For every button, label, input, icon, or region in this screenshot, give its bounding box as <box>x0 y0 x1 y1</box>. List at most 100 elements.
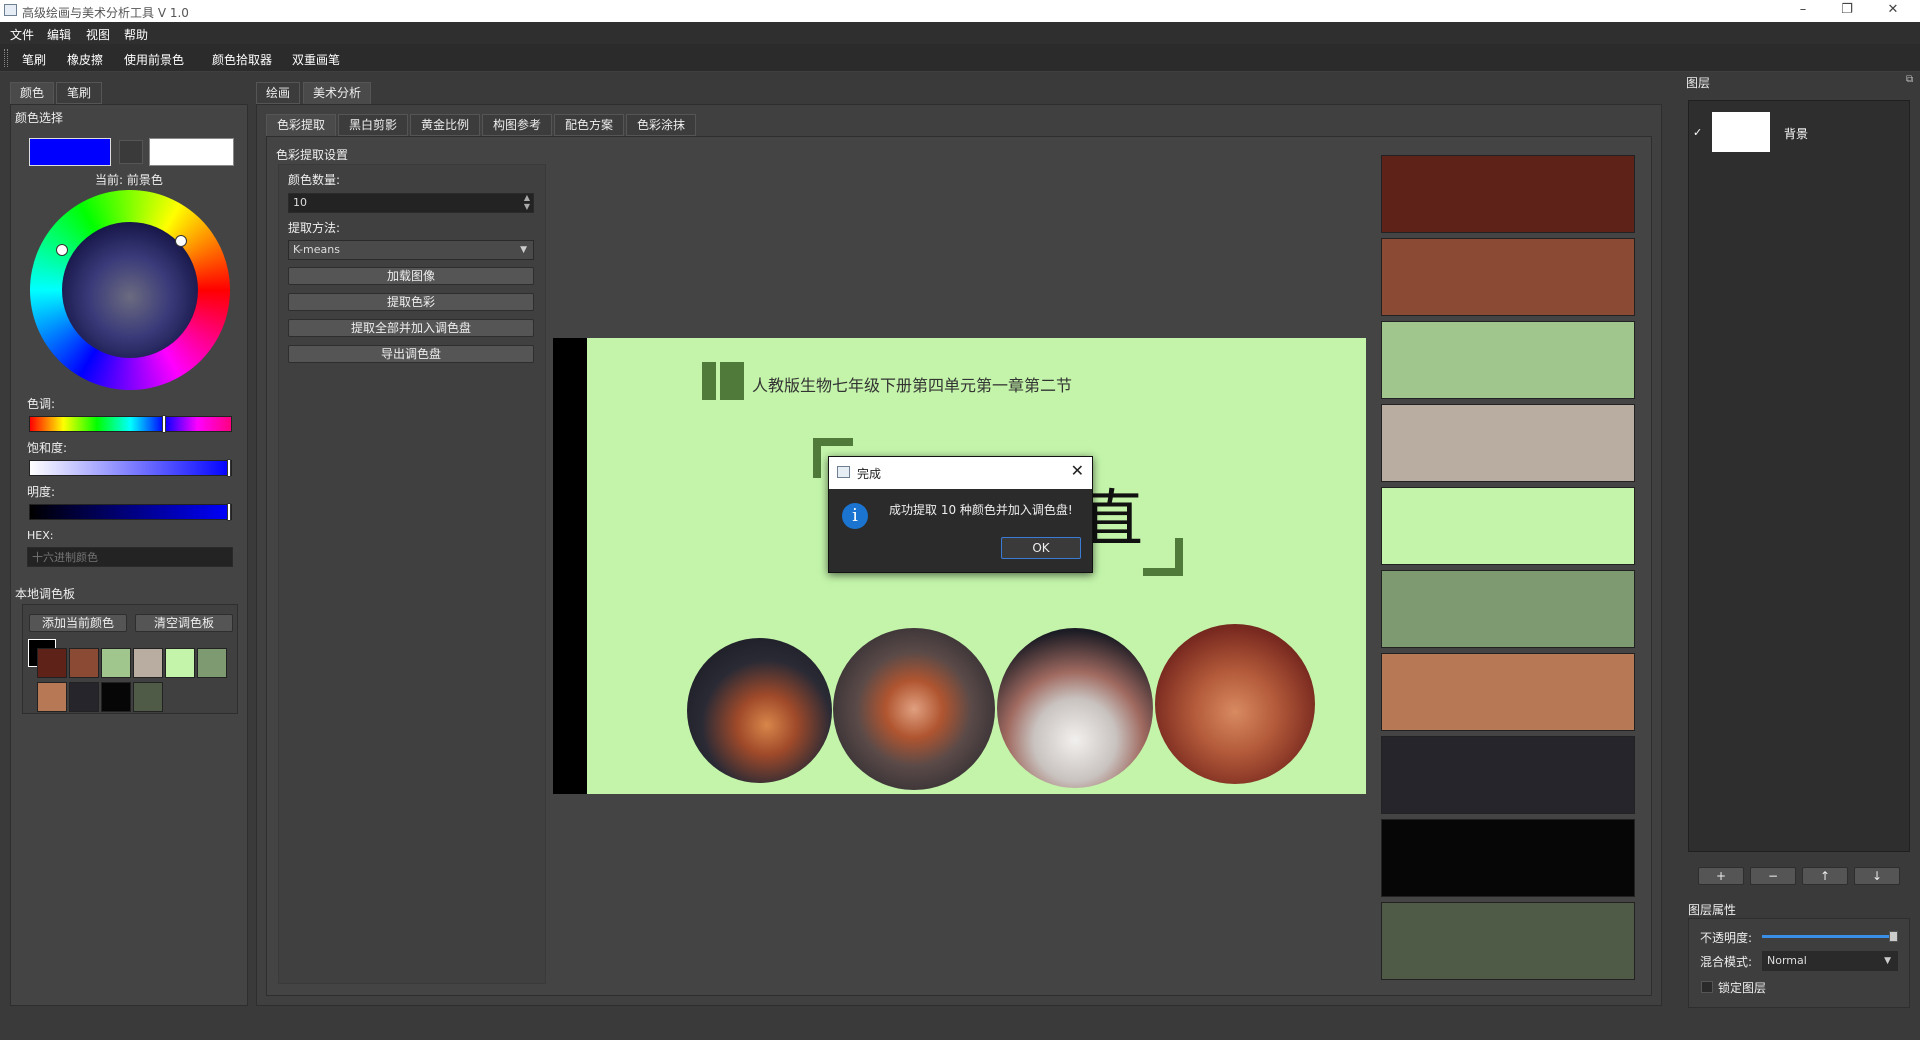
blend-mode-label: 混合模式: <box>1700 955 1753 969</box>
current-color-label: 当前: 前景色 <box>95 173 163 187</box>
chevron-down-icon: ▼ <box>520 245 527 255</box>
blend-mode-select[interactable]: Normal ▼ <box>1762 951 1898 971</box>
menu-file[interactable]: 文件 <box>10 26 34 43</box>
wheel-hue-marker[interactable] <box>56 244 68 256</box>
saturation-slider[interactable] <box>29 459 232 477</box>
embryo-image-1 <box>687 638 832 783</box>
color-count-spinbox[interactable]: 10 ▲ ▼ <box>288 193 534 213</box>
extracted-color-swatch[interactable] <box>1381 902 1635 980</box>
extracted-color-swatch[interactable] <box>1381 238 1635 316</box>
close-window-button[interactable]: ✕ <box>1878 2 1908 17</box>
tab-color-scheme[interactable]: 配色方案 <box>554 114 624 136</box>
tab-golden-ratio[interactable]: 黄金比例 <box>410 114 480 136</box>
spin-arrows-icon[interactable]: ▲ ▼ <box>524 193 530 211</box>
palette-swatch[interactable] <box>37 682 67 712</box>
palette-swatch[interactable] <box>101 648 131 678</box>
minimize-button[interactable]: – <box>1788 2 1818 17</box>
brightness-label: 明度: <box>27 485 56 499</box>
load-image-button[interactable]: 加载图像 <box>288 267 534 285</box>
ok-button[interactable]: OK <box>1001 537 1081 559</box>
hue-slider-handle[interactable] <box>162 415 166 433</box>
layers-list <box>1688 100 1910 852</box>
layer-visible-check-icon[interactable]: ✓ <box>1693 126 1702 139</box>
local-palette-title: 本地调色板 <box>15 587 76 601</box>
menu-help[interactable]: 帮助 <box>124 26 148 43</box>
blend-chevron-down-icon: ▼ <box>1884 956 1891 966</box>
tab-composition[interactable]: 构图参考 <box>482 114 552 136</box>
opacity-slider-handle[interactable] <box>1889 931 1898 942</box>
saturation-slider-handle[interactable] <box>227 459 231 477</box>
hue-slider[interactable] <box>29 415 232 433</box>
slide-bar-icon <box>702 362 716 400</box>
layer-thumbnail <box>1712 112 1770 152</box>
palette-swatch[interactable] <box>69 682 99 712</box>
move-layer-up-button[interactable]: ↑ <box>1802 867 1848 885</box>
hex-input[interactable] <box>27 547 233 567</box>
swap-colors-button[interactable] <box>119 140 143 164</box>
tab-color[interactable]: 颜色 <box>10 82 54 104</box>
restore-button[interactable]: ❐ <box>1832 2 1862 17</box>
tab-color-smear[interactable]: 色彩涂抹 <box>626 114 696 136</box>
extracted-color-swatch[interactable] <box>1381 570 1635 648</box>
method-select[interactable]: K-means ▼ <box>288 240 534 260</box>
tab-painting[interactable]: 绘画 <box>256 82 300 104</box>
slide-bar-icon-2 <box>720 362 744 400</box>
palette-swatch[interactable] <box>101 682 131 712</box>
palette-swatch[interactable] <box>197 648 227 678</box>
palette-swatch[interactable] <box>69 648 99 678</box>
remove-layer-button[interactable]: − <box>1750 867 1796 885</box>
color-wheel[interactable] <box>30 190 230 390</box>
clear-palette-button[interactable]: 清空调色板 <box>135 614 233 632</box>
menu-edit[interactable]: 编辑 <box>47 26 71 43</box>
layer-item-background[interactable]: ✓ 背景 <box>1690 112 1906 156</box>
dual-brush-tool[interactable]: 双重画笔 <box>292 51 340 68</box>
export-palette-button[interactable]: 导出调色盘 <box>288 345 534 363</box>
dialog-close-icon[interactable]: ✕ <box>1071 461 1084 480</box>
palette-swatch[interactable] <box>165 648 195 678</box>
undock-icon[interactable]: ⧉ <box>1906 74 1913 85</box>
color-count-value: 10 <box>293 196 307 209</box>
wheel-sv-marker[interactable] <box>175 235 187 247</box>
palette-swatch[interactable] <box>37 648 67 678</box>
toolbar-grip[interactable] <box>4 49 8 67</box>
brightness-slider[interactable] <box>29 503 232 521</box>
move-layer-down-button[interactable]: ↓ <box>1854 867 1900 885</box>
extracted-color-swatch[interactable] <box>1381 155 1635 233</box>
extracted-color-swatch[interactable] <box>1381 653 1635 731</box>
extracted-color-swatch[interactable] <box>1381 819 1635 897</box>
foreground-color-swatch[interactable] <box>29 138 111 166</box>
add-layer-button[interactable]: + <box>1698 867 1744 885</box>
extract-all-button[interactable]: 提取全部并加入调色盘 <box>288 319 534 337</box>
tab-art-analysis[interactable]: 美术分析 <box>303 82 371 104</box>
extracted-color-swatch[interactable] <box>1381 321 1635 399</box>
brush-tool[interactable]: 笔刷 <box>22 51 46 68</box>
lock-layer-checkbox[interactable] <box>1701 981 1713 993</box>
menu-view[interactable]: 视图 <box>86 26 110 43</box>
extracted-color-swatch[interactable] <box>1381 487 1635 565</box>
palette-swatch[interactable] <box>133 648 163 678</box>
method-value: K-means <box>293 243 340 256</box>
add-current-color-button[interactable]: 添加当前颜色 <box>29 614 127 632</box>
extract-colors-button[interactable]: 提取色彩 <box>288 293 534 311</box>
dialog-titlebar: 完成 ✕ <box>829 457 1092 489</box>
palette-swatch[interactable] <box>133 682 163 712</box>
opacity-slider[interactable] <box>1762 931 1898 942</box>
tab-silhouette[interactable]: 黑白剪影 <box>338 114 408 136</box>
title-bar: 高级绘画与美术分析工具 V 1.0 – ❐ ✕ <box>0 0 1920 22</box>
bracket-bottom-right <box>1143 538 1183 576</box>
use-foreground-tool[interactable]: 使用前景色 <box>124 51 184 68</box>
color-picker-tool[interactable]: 颜色拾取器 <box>212 51 272 68</box>
tab-brush[interactable]: 笔刷 <box>56 82 102 104</box>
lock-layer-label: 锁定图层 <box>1718 981 1767 995</box>
menu-bar: 文件 编辑 视图 帮助 <box>0 22 1920 44</box>
hex-label: HEX: <box>27 529 54 542</box>
color-count-label: 颜色数量: <box>288 173 341 187</box>
extracted-color-swatch[interactable] <box>1381 404 1635 482</box>
extracted-color-swatch[interactable] <box>1381 736 1635 814</box>
background-color-swatch[interactable] <box>149 138 234 166</box>
brightness-slider-handle[interactable] <box>227 503 231 521</box>
eraser-tool[interactable]: 橡皮擦 <box>67 51 103 68</box>
dialog-title: 完成 <box>857 467 882 481</box>
embryo-image-3 <box>997 628 1153 788</box>
tab-color-extract[interactable]: 色彩提取 <box>266 114 336 136</box>
